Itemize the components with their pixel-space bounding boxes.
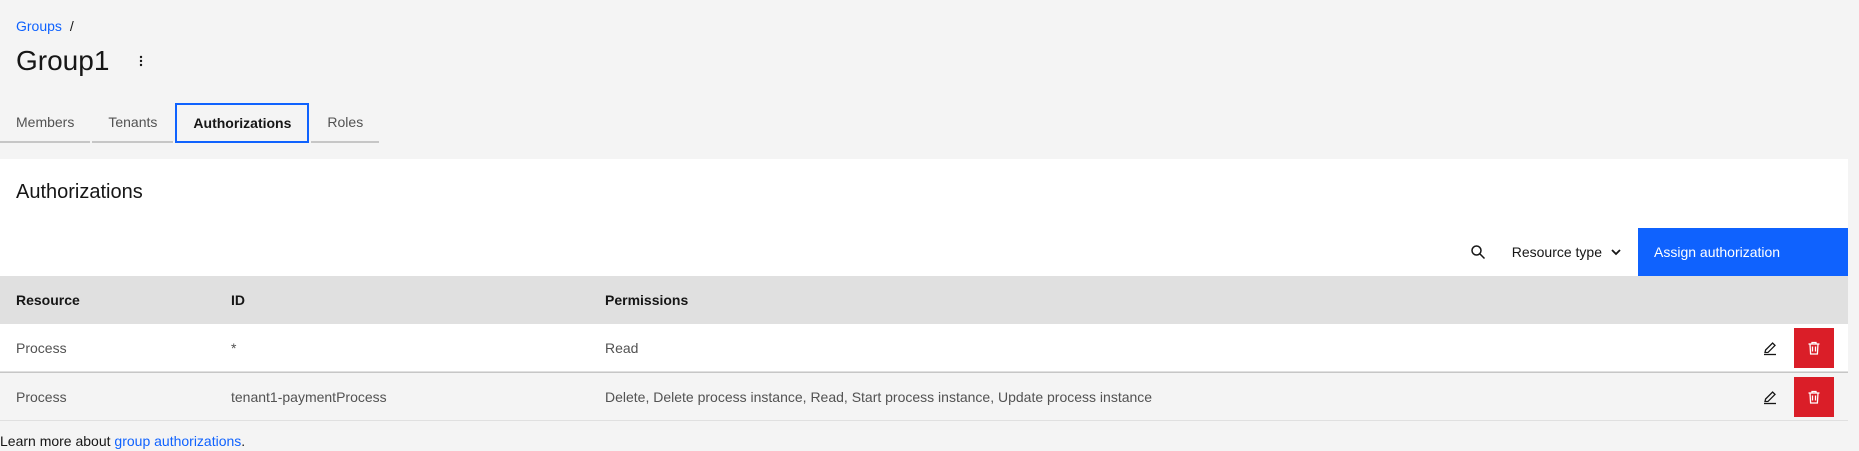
tab-members[interactable]: Members	[0, 103, 91, 143]
row-actions	[1720, 327, 1848, 368]
cell-id: tenant1-paymentProcess	[231, 388, 387, 405]
search-button[interactable]	[1458, 228, 1498, 276]
tab-roles[interactable]: Roles	[311, 103, 380, 143]
edit-button[interactable]	[1750, 328, 1790, 368]
tab-roles-label: Roles	[327, 114, 364, 130]
learn-more-suffix: .	[241, 433, 246, 449]
trash-can-icon	[1808, 390, 1820, 404]
tab-authorizations[interactable]: Authorizations	[175, 103, 310, 143]
resource-type-dropdown[interactable]: Resource type	[1498, 228, 1638, 276]
row-actions	[1720, 376, 1848, 417]
header-id: ID	[231, 292, 245, 308]
learn-more-note: Learn more about group authorizations.	[0, 432, 245, 450]
delete-button[interactable]	[1794, 327, 1834, 368]
authorizations-table: Resource ID Permissions Process * Read P…	[0, 276, 1848, 421]
header-resource: Resource	[16, 292, 80, 308]
chevron-down-icon	[1611, 249, 1621, 256]
delete-button[interactable]	[1794, 376, 1834, 417]
cell-resource: Process	[16, 388, 67, 405]
edit-button[interactable]	[1750, 377, 1790, 417]
page-title: Group1	[16, 45, 110, 76]
table-row: Process tenant1-paymentProcess Delete, D…	[0, 372, 1848, 421]
tab-tenants-label: Tenants	[108, 114, 158, 130]
overflow-menu-button[interactable]	[129, 49, 153, 73]
breadcrumb-separator: /	[69, 18, 74, 34]
assign-authorization-button[interactable]: Assign authorization	[1638, 228, 1848, 276]
table-row: Process * Read	[0, 324, 1848, 372]
search-icon	[1470, 245, 1485, 260]
tab-authorizations-label: Authorizations	[193, 115, 292, 131]
resource-type-label: Resource type	[1511, 244, 1602, 260]
section-title: Authorizations	[16, 181, 143, 203]
table-header: Resource ID Permissions	[0, 276, 1848, 324]
tab-tenants[interactable]: Tenants	[92, 103, 174, 143]
edit-icon	[1764, 390, 1776, 404]
authorizations-panel: Authorizations Resource type Assign auth…	[0, 159, 1848, 421]
table-toolbar: Resource type Assign authorization	[0, 228, 1848, 276]
group-authorizations-link[interactable]: group authorizations	[114, 433, 241, 449]
edit-icon	[1764, 341, 1776, 355]
overflow-menu-vertical-icon	[140, 55, 143, 67]
header-permissions: Permissions	[605, 292, 689, 308]
trash-can-icon	[1808, 341, 1820, 355]
learn-more-prefix: Learn more about	[0, 433, 111, 449]
tab-members-label: Members	[16, 114, 75, 130]
cell-permissions: Read	[605, 339, 639, 356]
cell-id: *	[231, 339, 237, 356]
breadcrumb: Groups /	[16, 17, 74, 35]
cell-resource: Process	[16, 339, 67, 356]
cell-permissions: Delete, Delete process instance, Read, S…	[605, 388, 1153, 405]
tab-list: Members Tenants Authorizations Roles	[0, 103, 381, 143]
breadcrumb-groups-link[interactable]: Groups	[16, 17, 62, 35]
page-header: Group1	[16, 44, 153, 78]
